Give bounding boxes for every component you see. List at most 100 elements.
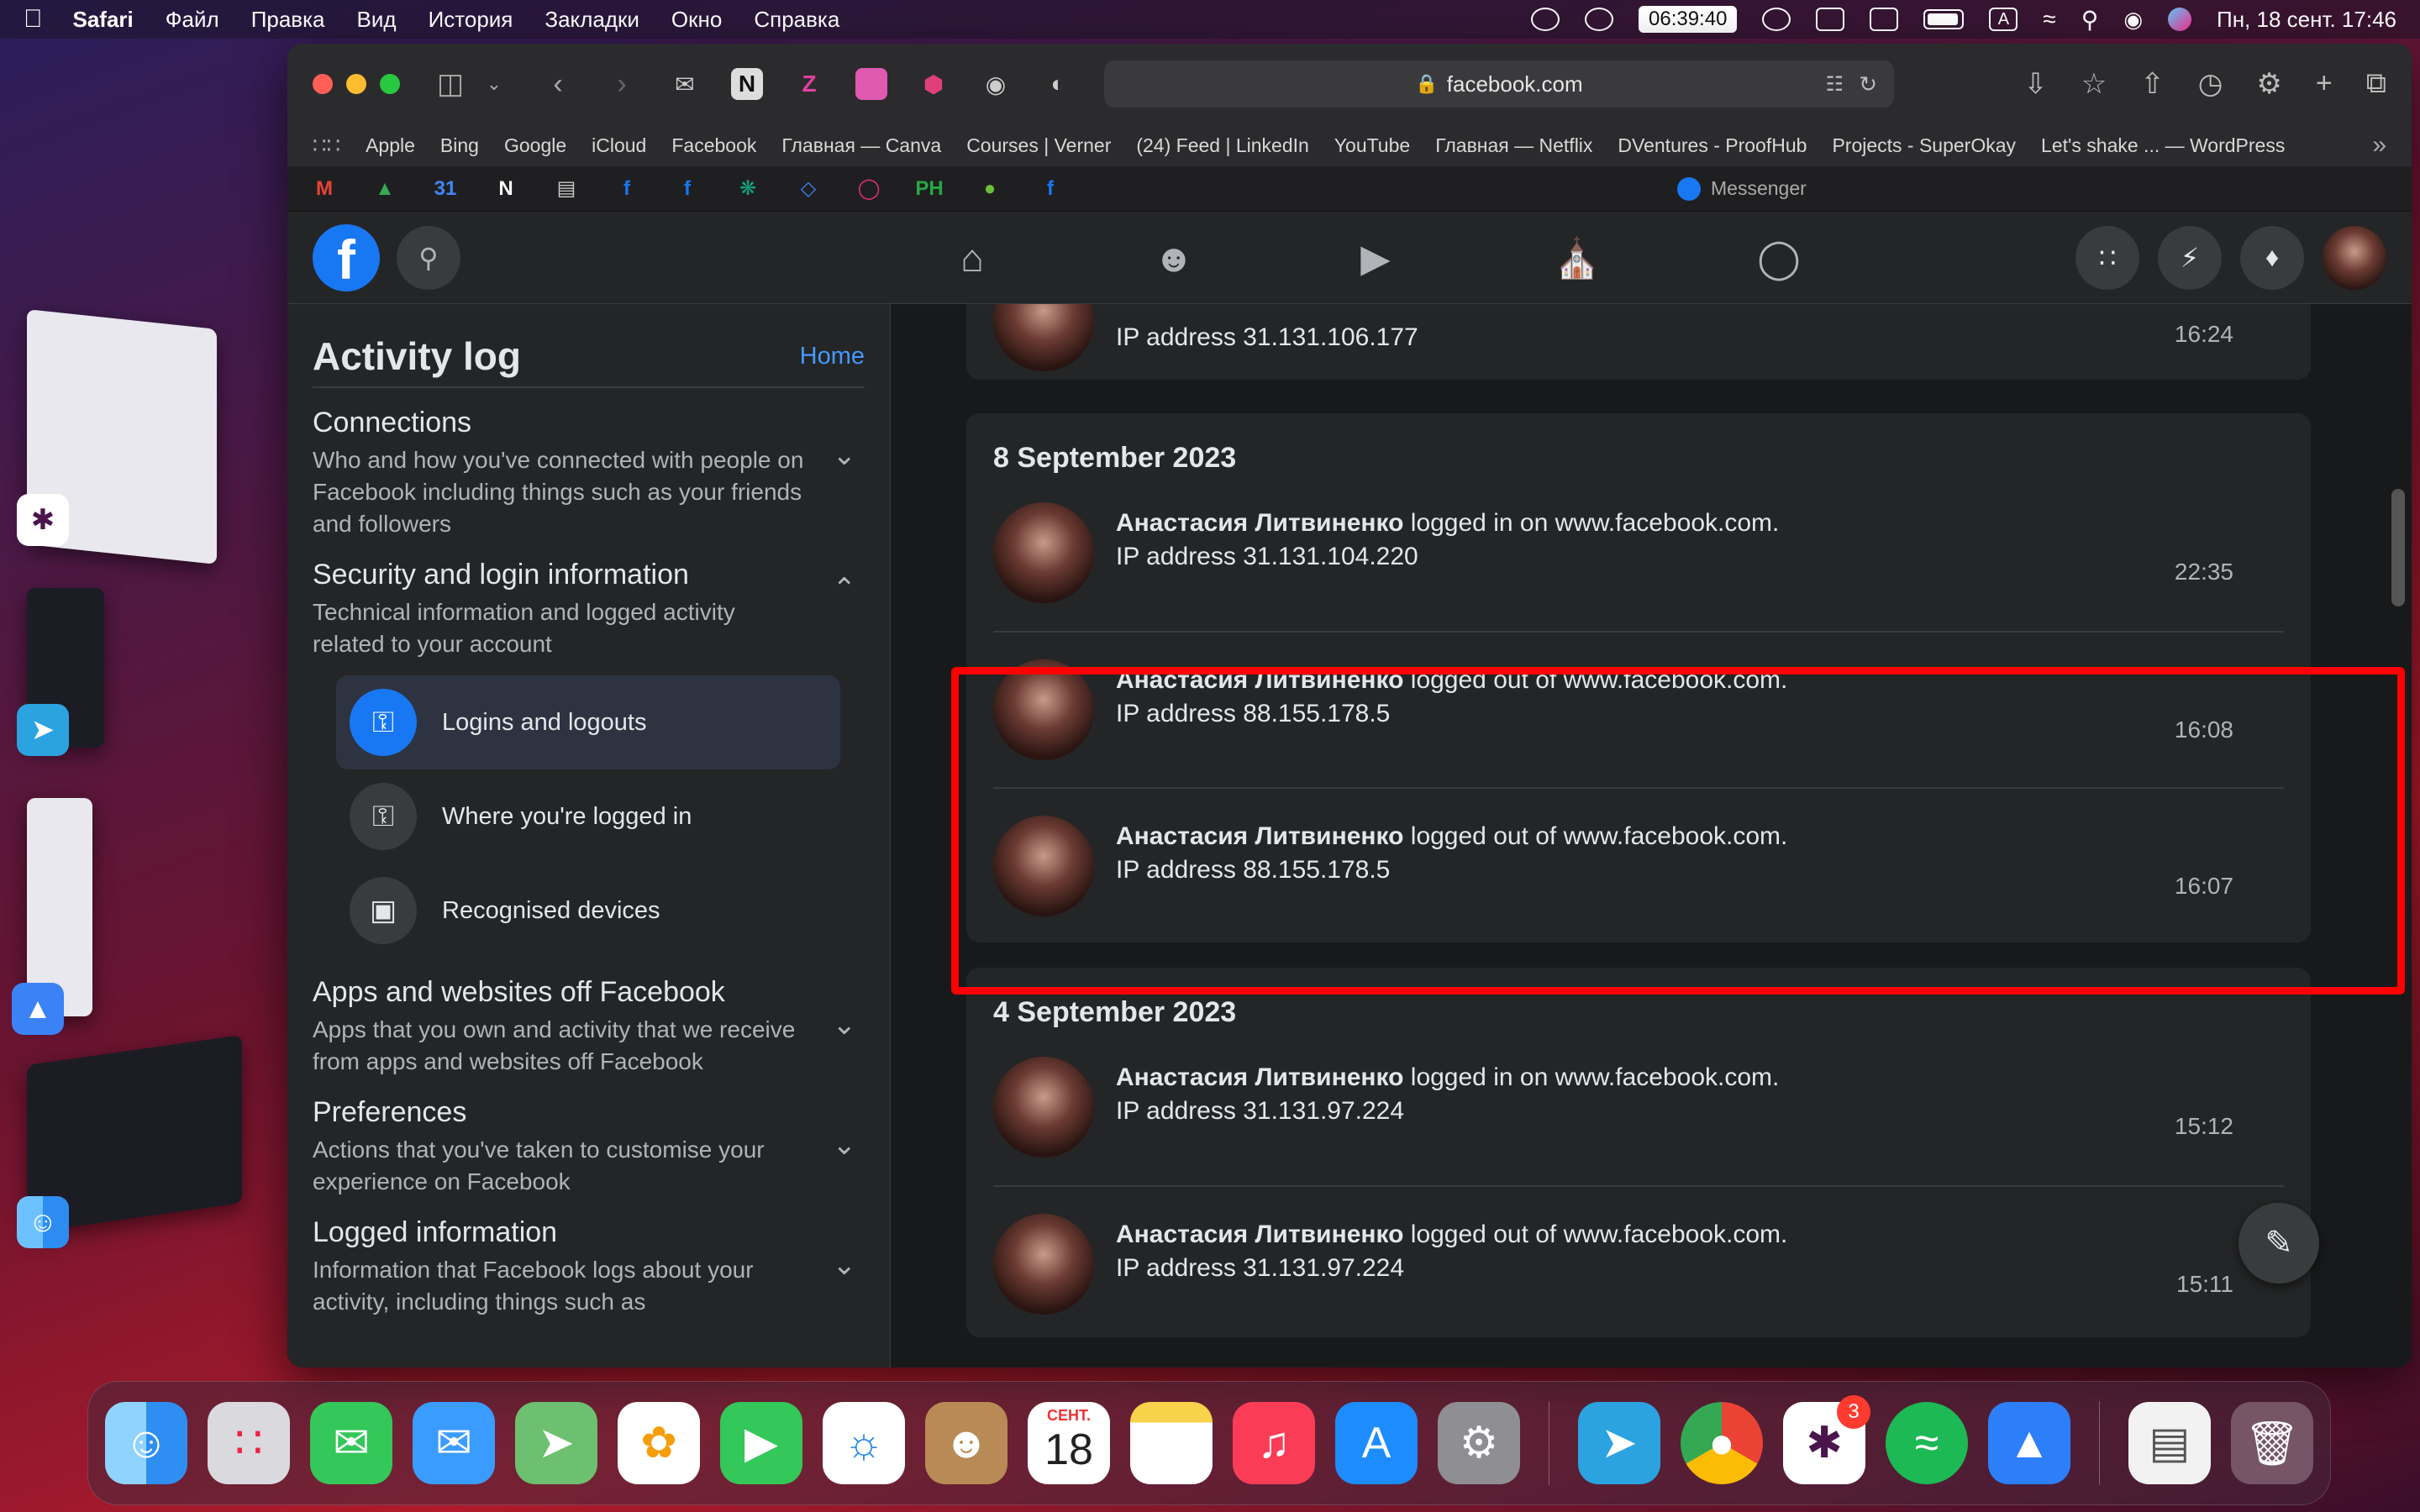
log-entry[interactable]: Анастасия Литвиненко logged in on www.fa… (993, 1029, 2284, 1185)
facebook-logo-icon[interactable]: f (313, 223, 380, 291)
z-extension-icon[interactable]: Z (793, 68, 825, 100)
section-connections[interactable]: Connections Who and how you've connected… (313, 388, 865, 540)
close-window-button[interactable] (313, 74, 333, 94)
finder-icon[interactable]: ☺ (105, 1402, 187, 1484)
launchpad-icon[interactable]: ∷ (208, 1402, 290, 1484)
music-icon[interactable]: ♫ (1233, 1402, 1315, 1484)
wifi-icon[interactable]: ≈ (2043, 6, 2055, 33)
forward-icon[interactable]: › (605, 67, 639, 101)
bookmark-item[interactable]: Google (504, 134, 566, 157)
pinned-tab-app-icon[interactable]: ◇ (786, 171, 830, 207)
calendar-icon[interactable]: СЕНТ. 18 (1028, 1402, 1110, 1484)
log-entry-user[interactable]: Анастасия Литвиненко (1116, 1063, 1403, 1091)
messages-status-icon[interactable] (1762, 8, 1791, 31)
minimize-window-button[interactable] (346, 74, 366, 94)
marketplace-icon[interactable]: ⛪ (1531, 235, 1623, 281)
chevron-down-icon[interactable]: ⌄ (833, 1128, 857, 1162)
log-entry-user[interactable]: Анастасия Литвиненко (1116, 666, 1403, 694)
bookmark-item[interactable]: iCloud (592, 134, 646, 157)
bookmark-item[interactable]: Apple (366, 134, 415, 157)
contacts-icon[interactable]: ☻ (925, 1402, 1007, 1484)
messenger-icon[interactable]: ⚡ (2158, 225, 2222, 290)
telegram-icon[interactable]: ➤ (1578, 1402, 1660, 1484)
sidebar-item-logins-logouts[interactable]: ⚿ Logins and logouts (336, 675, 840, 769)
vpn-status-icon[interactable] (1531, 8, 1560, 31)
sidebar-status-icon[interactable] (1870, 8, 1899, 31)
pinned-tab-drive-icon[interactable]: ▲ (363, 171, 407, 207)
bookmark-item[interactable]: Projects - SuperOkay (1832, 134, 2016, 157)
pinned-tab-facebook-icon[interactable]: f (1028, 171, 1072, 207)
pinned-tab-ph-icon[interactable]: PH (908, 171, 951, 207)
pinned-tab-calendar-icon[interactable]: 31 (424, 171, 467, 207)
search-icon[interactable]: ⚲ (397, 225, 460, 290)
bookmark-item[interactable]: Bing (440, 134, 479, 157)
bookmark-item[interactable]: Главная — Canva (781, 134, 941, 157)
pinned-tab-instagram-icon[interactable]: ◯ (847, 171, 891, 207)
feed-scrollbar[interactable] (2391, 489, 2405, 606)
gear-icon[interactable]: ⚙ (2256, 67, 2281, 101)
section-security-login[interactable]: Security and login information Technical… (313, 540, 865, 660)
notifications-bell-icon[interactable]: ♦ (2240, 225, 2304, 290)
contacts-status-icon[interactable] (1816, 8, 1845, 31)
menu-help[interactable]: Справка (754, 7, 839, 33)
log-entry-user[interactable]: Анастасия Литвиненко (1116, 509, 1403, 537)
log-entry[interactable]: Анастасия Литвиненко logged out of www.f… (993, 631, 2284, 787)
section-logged-information[interactable]: Logged information Information that Face… (313, 1198, 865, 1318)
timer-status[interactable]: 06:39:40 (1639, 6, 1738, 33)
menu-file[interactable]: Файл (166, 7, 219, 33)
finder-side-icon[interactable]: ☺ (17, 1196, 69, 1248)
mail-extension-icon[interactable]: ✉ (669, 68, 701, 100)
zoom-window-button[interactable] (380, 74, 400, 94)
chevron-down-icon[interactable]: ⌄ (477, 67, 511, 101)
log-entry[interactable]: Анастасия Литвиненко logged in on www.fa… (993, 475, 2284, 631)
chevron-down-icon[interactable]: ⌄ (833, 1248, 857, 1282)
menu-history[interactable]: История (429, 7, 513, 33)
menu-window[interactable]: Окно (671, 7, 722, 33)
bookmark-item[interactable]: Главная — Netflix (1435, 134, 1592, 157)
watch-icon[interactable]: ▶ (1329, 235, 1422, 281)
record-status-icon[interactable] (1585, 8, 1613, 31)
pink-extension-icon[interactable] (855, 68, 887, 100)
notion-extension-icon[interactable]: N (731, 68, 763, 100)
log-entry[interactable]: Анастасия Литвиненко logged out of www.f… (993, 787, 2284, 943)
pinned-tab-notion-icon[interactable]: N (484, 171, 528, 207)
siri-icon[interactable] (2168, 8, 2191, 31)
log-entry[interactable]: Анастасия Литвиненко logged out of www.f… (993, 1185, 2284, 1341)
spotify-icon[interactable]: ≈ (1886, 1402, 1968, 1484)
safari-icon[interactable]: ☼ (823, 1402, 905, 1484)
messages-icon[interactable]: ✉ (310, 1402, 392, 1484)
notes-icon[interactable] (1130, 1402, 1213, 1484)
shield-extension-icon[interactable]: ⬢ (918, 68, 950, 100)
translate-icon[interactable]: ☷ (1825, 72, 1844, 97)
section-apps-websites[interactable]: Apps and websites off Facebook Apps that… (313, 958, 865, 1078)
control-center-icon[interactable]: ◉ (2123, 7, 2143, 33)
bookmark-item[interactable]: Facebook (671, 134, 756, 157)
menu-grid-icon[interactable]: ∷ (2075, 225, 2139, 290)
star-icon[interactable]: ☆ (2081, 67, 2107, 101)
slack-icon[interactable]: ✱ (17, 494, 69, 546)
menu-view[interactable]: Вид (357, 7, 397, 33)
battery-icon[interactable] (1923, 9, 1965, 29)
favorites-grid-icon[interactable]: ∷∷ (313, 133, 340, 159)
app-side-icon[interactable]: ▲ (12, 983, 64, 1035)
bookmark-item[interactable]: DVentures - ProofHub (1618, 134, 1807, 157)
log-entry-user[interactable]: Анастасия Литвиненко (1116, 822, 1403, 850)
sidebar-toggle-icon[interactable]: ◫ (434, 67, 467, 101)
photos-icon[interactable]: ✿ (618, 1402, 700, 1484)
bookmark-item[interactable]: Courses | Verner (966, 134, 1111, 157)
tab-overview-icon[interactable]: ⧉ (2366, 67, 2386, 101)
bookmarks-overflow-icon[interactable]: » (2372, 131, 2386, 160)
reload-icon[interactable]: ↻ (1859, 71, 1877, 97)
log-entry[interactable]: IP address 31.131.106.177 16:24 (993, 304, 2284, 380)
privacy-shield-icon[interactable]: ◐ (1042, 68, 1074, 100)
menu-app-safari[interactable]: Safari (73, 7, 134, 33)
friends-icon[interactable]: ☻ (1128, 235, 1220, 281)
chrome-icon[interactable]: ● (1681, 1402, 1763, 1484)
profile-avatar[interactable] (2323, 225, 2386, 290)
blue-app-icon[interactable]: ▲ (1988, 1402, 2070, 1484)
menu-bookmarks[interactable]: Закладки (544, 7, 639, 33)
home-link[interactable]: Home (800, 343, 865, 370)
maps-icon[interactable]: ➤ (515, 1402, 597, 1484)
bookmark-item[interactable]: YouTube (1334, 134, 1410, 157)
system-settings-icon[interactable]: ⚙ (1438, 1402, 1520, 1484)
